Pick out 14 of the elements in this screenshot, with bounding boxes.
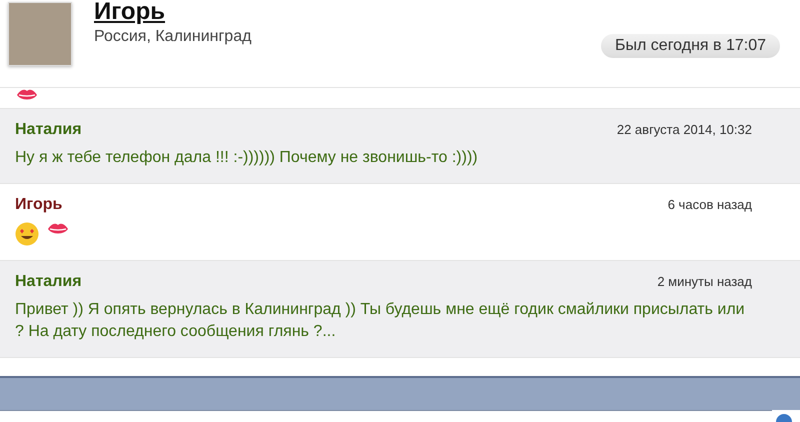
message-time: 6 часов назад xyxy=(668,197,752,212)
lips-icon xyxy=(47,222,69,236)
message-author[interactable]: Игорь xyxy=(15,196,62,214)
profile-location: Россия, Калининград xyxy=(94,28,252,46)
message-text: Ну я ж тебе телефон дала !!! :-)))))) Почему не звонишь-то :)))) xyxy=(15,148,479,168)
message-author[interactable]: Наталия xyxy=(15,273,82,291)
photo-placeholder xyxy=(8,2,72,66)
message-text: Привет )) Я опять вернулась в Калининград )) Ты будешь мне ещё годик смайлики присылать или ? На дату последнего сообщения глянь ?... xyxy=(15,300,746,342)
message-author[interactable]: Наталия xyxy=(15,121,82,139)
profile-name[interactable]: Игорь xyxy=(94,0,602,24)
message-time: 2 минуты назад xyxy=(657,274,752,289)
last-seen-status: Был сегодня в 17:07 xyxy=(601,34,780,58)
heart-eyes-emoji-icon xyxy=(15,222,39,246)
message-time: 22 августа 2014, 10:32 xyxy=(616,122,752,137)
